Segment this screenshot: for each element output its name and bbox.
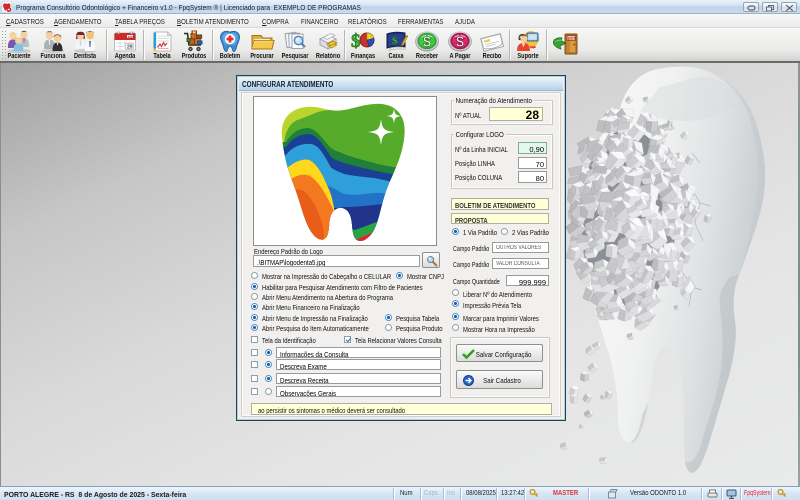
- svg-text:$: $: [456, 34, 464, 50]
- svg-text:EXIT: EXIT: [568, 36, 577, 40]
- svg-text:JAN: JAN: [128, 35, 134, 39]
- svg-text:$: $: [351, 31, 361, 52]
- svg-text:29: 29: [127, 45, 133, 51]
- svg-text:$: $: [392, 35, 398, 47]
- svg-text:$: $: [423, 34, 431, 50]
